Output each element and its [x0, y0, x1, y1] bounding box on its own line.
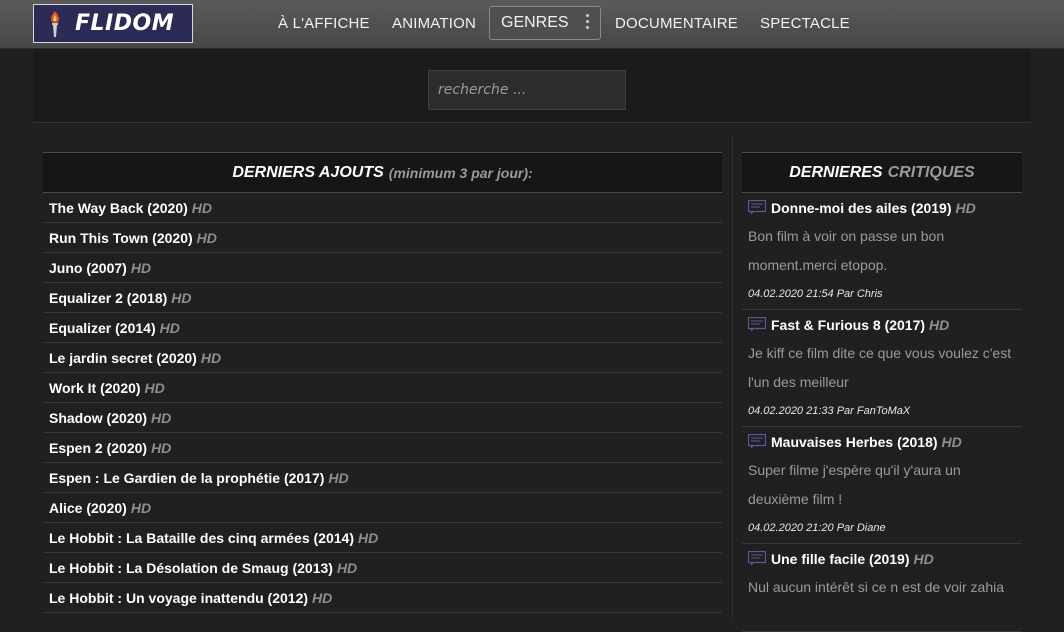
movie-row[interactable]: The Way Back (2020) HD [43, 193, 722, 223]
latest-additions-header: DERNIERS AJOUTS (minimum 3 par jour): [43, 152, 722, 193]
hd-badge: HD [358, 529, 379, 546]
review-film-link[interactable]: Une fille facile (2019) [771, 551, 910, 567]
latest-title: DERNIERS AJOUTS [232, 163, 384, 181]
genres-label: GENRES [501, 14, 569, 31]
movie-row[interactable]: Espen 2 (2020) HD [43, 433, 722, 463]
hd-badge: HD [941, 433, 962, 450]
movie-row[interactable]: Le Hobbit : La Désolation de Smaug (2013… [43, 553, 722, 583]
review-meta [748, 602, 1016, 631]
movie-title-link[interactable]: Le Hobbit : La Bataille des cinq armées … [49, 530, 354, 546]
movie-row[interactable]: Le Hobbit : Un voyage inattendu (2012) HD [43, 583, 722, 613]
column-divider [732, 138, 733, 618]
nav-documentaire[interactable]: DOCUMENTAIRE [615, 0, 738, 46]
movie-row[interactable]: Alice (2020) HD [43, 493, 722, 523]
review-film-link[interactable]: Fast & Furious 8 (2017) [771, 317, 925, 333]
movie-title-link[interactable]: Le Hobbit : La Désolation de Smaug (2013… [49, 560, 333, 576]
latest-title-note: (minimum 3 par jour): [388, 164, 533, 181]
hd-badge: HD [151, 409, 172, 426]
review-meta: 04.02.2020 21:20 Par Diane [748, 522, 886, 534]
review-item: Une fille facile (2019) HD Nul aucun intér… [742, 544, 1022, 632]
site-logo[interactable]: FLIDOM [33, 4, 193, 43]
latest-reviews-panel: DERNIERES CRITIQUES Donne-moi des ailes … [742, 152, 1022, 632]
comment-icon [748, 200, 766, 215]
review-title-row[interactable]: Fast & Furious 8 (2017) HD [748, 310, 1016, 339]
movie-title-link[interactable]: Equalizer 2 (2018) [49, 290, 167, 306]
movie-title-link[interactable]: Espen : Le Gardien de la prophétie (2017… [49, 470, 324, 486]
review-meta: 04.02.2020 21:54 Par Chris [748, 288, 883, 300]
hd-badge: HD [144, 379, 165, 396]
hd-badge: HD [130, 499, 152, 516]
review-title-row[interactable]: Mauvaises Herbes (2018) HD [748, 427, 1016, 456]
review-list: Donne-moi des ailes (2019) HD Bon film à v… [742, 193, 1022, 632]
search-input[interactable] [428, 70, 626, 110]
hd-badge: HD [312, 589, 333, 606]
review-title-row[interactable]: Une fille facile (2019) HD [748, 544, 1016, 573]
review-text: Je kiff ce film dite ce que vous voulez … [748, 345, 1012, 390]
hd-badge: HD [159, 319, 180, 336]
comment-icon [748, 317, 766, 332]
movie-row[interactable]: Le jardin secret (2020) HD [43, 343, 722, 373]
movie-row[interactable]: Juno (2007) HD [43, 253, 722, 283]
movie-row[interactable]: Work It (2020) HD [43, 373, 722, 403]
movie-title-link[interactable]: Work It (2020) [49, 380, 141, 396]
logo-text: FLIDOM [75, 11, 175, 36]
hd-badge: HD [196, 229, 217, 246]
movie-title-link[interactable]: The Way Back (2020) [49, 200, 188, 216]
hd-badge: HD [929, 316, 950, 333]
review-text: Bon film à voir on passe un bon moment.m… [748, 228, 945, 273]
review-item: Donne-moi des ailes (2019) HD Bon film à v… [742, 193, 1022, 310]
movie-row[interactable]: Le Hobbit : La Bataille des cinq armées … [43, 523, 722, 553]
hd-badge: HD [191, 199, 212, 216]
kebab-menu-icon [586, 14, 590, 32]
reviews-title: DERNIERES [789, 163, 883, 181]
latest-additions-panel: DERNIERS AJOUTS (minimum 3 par jour): Th… [43, 152, 722, 613]
movie-title-link[interactable]: Shadow (2020) [49, 410, 147, 426]
review-item: Mauvaises Herbes (2018) HD Super filme j'e… [742, 427, 1022, 544]
movie-title-link[interactable]: Alice (2020) [49, 500, 127, 516]
hd-badge: HD [913, 550, 934, 567]
hd-badge: HD [955, 199, 976, 216]
comment-icon [748, 434, 766, 449]
hd-badge: HD [151, 439, 172, 456]
genres-dropdown[interactable]: GENRES [489, 6, 601, 40]
review-meta: 04.02.2020 21:33 Par FanToMaX [748, 405, 911, 417]
review-film-link[interactable]: Donne-moi des ailes (2019) [771, 200, 952, 216]
search-band [33, 49, 1031, 123]
review-item: Fast & Furious 8 (2017) HD Je kiff ce film… [742, 310, 1022, 427]
review-title-row[interactable]: Donne-moi des ailes (2019) HD [748, 193, 1016, 222]
hd-badge: HD [171, 289, 192, 306]
movie-title-link[interactable]: Le jardin secret (2020) [49, 350, 197, 366]
movie-title-link[interactable]: Run This Town (2020) [49, 230, 193, 246]
reviews-title-muted: CRITIQUES [887, 163, 975, 181]
movie-row[interactable]: Equalizer 2 (2018) HD [43, 283, 722, 313]
nav-spectacle[interactable]: SPECTACLE [760, 0, 850, 46]
movie-title-link[interactable]: Le Hobbit : Un voyage inattendu (2012) [49, 590, 308, 606]
torch-icon [51, 10, 59, 37]
movie-row[interactable]: Espen : Le Gardien de la prophétie (2017… [43, 463, 722, 493]
review-film-link[interactable]: Mauvaises Herbes (2018) [771, 434, 938, 450]
nav-a-laffiche[interactable]: À L'AFFICHE [278, 0, 370, 46]
latest-reviews-header: DERNIERES CRITIQUES [742, 152, 1022, 193]
review-text: Nul aucun intérêt si ce n est de voir za… [748, 579, 1005, 595]
nav-animation[interactable]: ANIMATION [392, 0, 476, 46]
comment-icon [748, 551, 766, 566]
review-text: Super filme j'espère qu'il y'aura un deu… [748, 462, 961, 507]
hd-badge: HD [130, 259, 152, 276]
hd-badge: HD [336, 559, 358, 576]
movie-row[interactable]: Equalizer (2014) HD [43, 313, 722, 343]
movie-title-link[interactable]: Espen 2 (2020) [49, 440, 147, 456]
movie-title-link[interactable]: Juno (2007) [49, 260, 127, 276]
top-navbar: FLIDOM À L'AFFICHE ANIMATION GENRES DOCU… [0, 0, 1064, 49]
movie-list: The Way Back (2020) HD Run This Town (2020… [43, 193, 722, 613]
movie-row[interactable]: Run This Town (2020) HD [43, 223, 722, 253]
movie-row[interactable]: Shadow (2020) HD [43, 403, 722, 433]
hd-badge: HD [200, 349, 222, 366]
hd-badge: HD [328, 469, 349, 486]
movie-title-link[interactable]: Equalizer (2014) [49, 320, 156, 336]
